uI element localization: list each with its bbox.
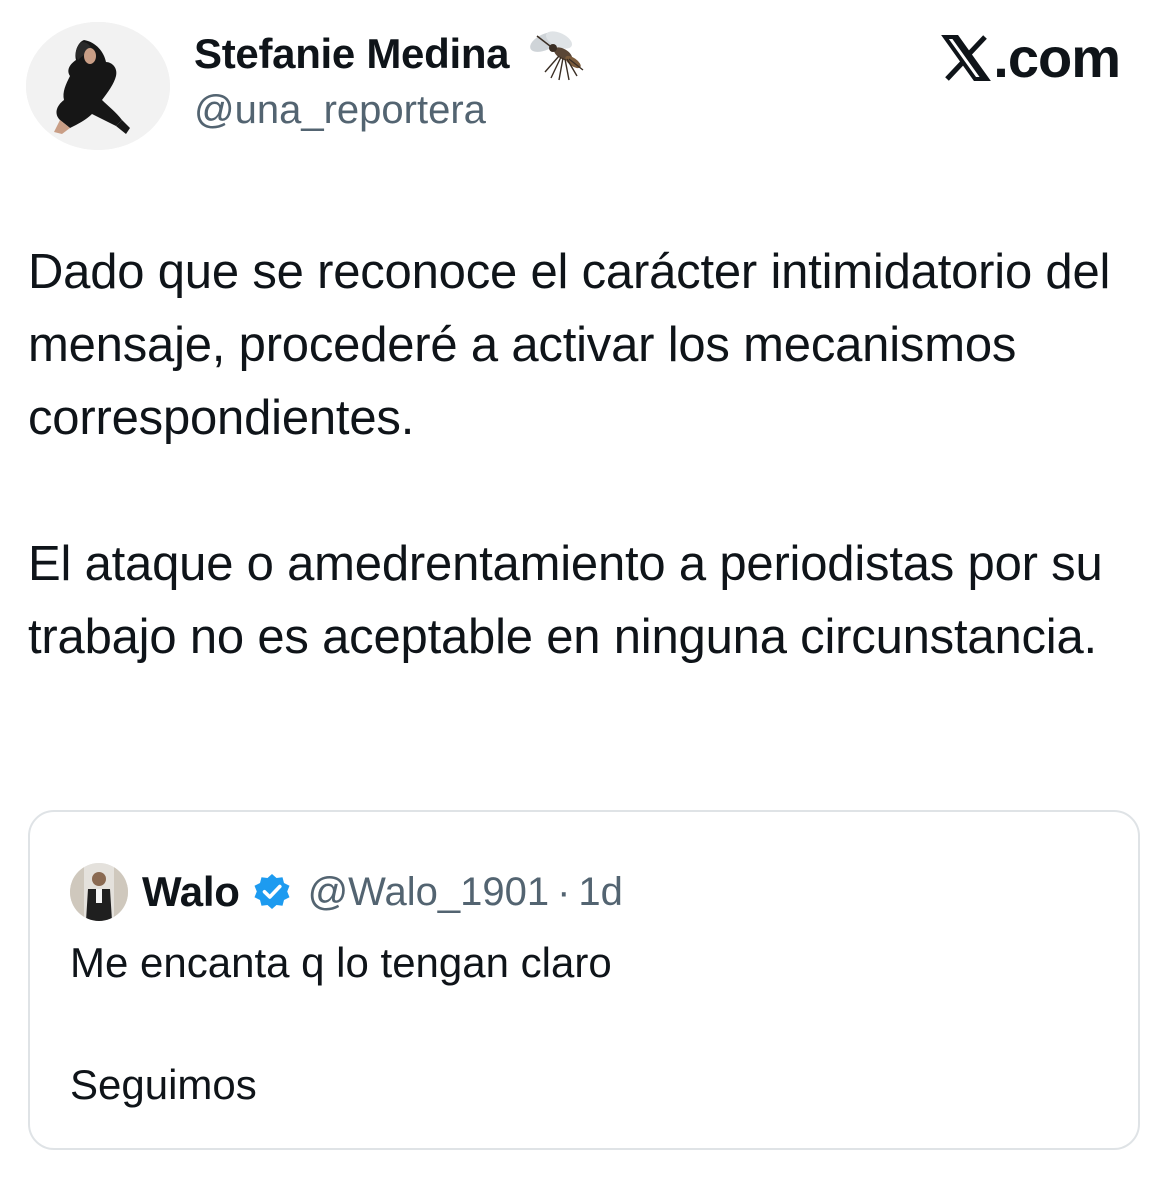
quoted-tweet-line: Seguimos [70, 1061, 257, 1108]
quoted-tweet-line: Me encanta q lo tengan claro [70, 939, 612, 986]
quoted-tweet-body: Me encanta q lo tengan claro Seguimos [70, 932, 1110, 1115]
quoted-author-handle[interactable]: @Walo_1901 [308, 870, 549, 915]
quoted-author-name[interactable]: Walo [142, 868, 240, 916]
tweet-card: Stefanie Medina @una_reportera .com Dado… [0, 0, 1170, 1200]
tweet-paragraph: Dado que se reconoce el carácter intimid… [28, 245, 1111, 445]
brand-text: .com [993, 26, 1121, 89]
separator-dot: · [557, 869, 571, 914]
quoted-tweet[interactable]: Walo @Walo_1901 · 1d Me encanta q lo ten… [28, 810, 1140, 1150]
author-display-name[interactable]: Stefanie Medina [194, 30, 510, 78]
quoted-tweet-header: Walo @Walo_1901 · 1d [70, 862, 623, 922]
author-avatar[interactable] [26, 22, 170, 150]
author-handle[interactable]: @una_reportera [194, 88, 486, 133]
tweet-paragraph: El ataque o amedrentamiento a periodista… [28, 537, 1103, 664]
author-name-row: Stefanie Medina [194, 26, 587, 82]
brand-watermark: .com [941, 26, 1121, 89]
verified-badge-icon [252, 872, 292, 912]
quoted-tweet-timestamp[interactable]: 1d [578, 870, 623, 915]
tweet-body: Dado que se reconoce el carácter intimid… [28, 236, 1148, 674]
mosquito-emoji-icon [523, 26, 587, 82]
quoted-author-avatar[interactable] [70, 863, 128, 921]
x-logo-icon [941, 33, 992, 83]
